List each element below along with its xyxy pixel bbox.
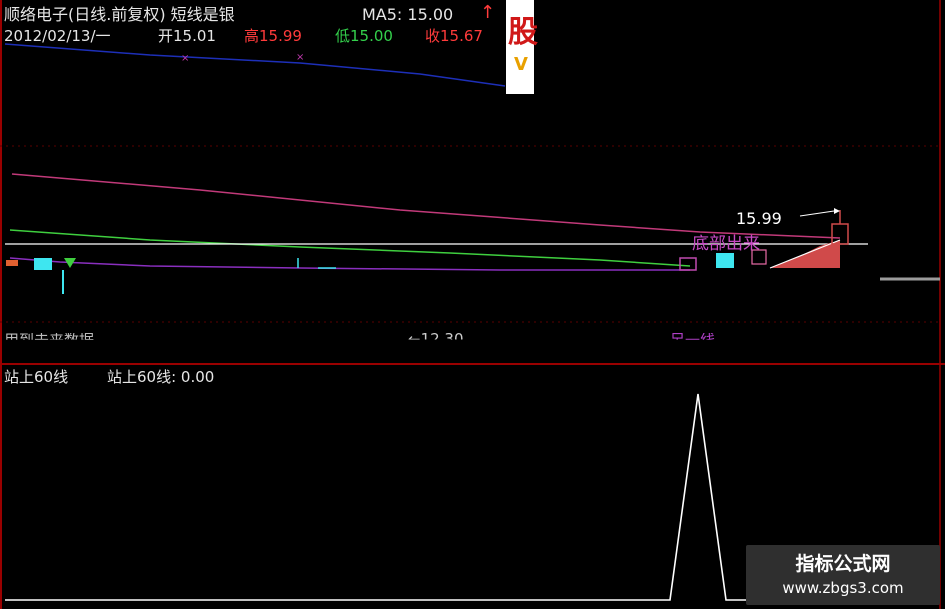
price-arrow-line	[799, 210, 835, 217]
high-label: 高15.99	[244, 27, 302, 45]
watermark-name: 指标公式网	[795, 553, 891, 575]
magenta-ma-line	[11, 173, 841, 239]
price-arrow-head	[834, 208, 840, 214]
marker-x-1: ×	[181, 53, 189, 64]
green-ma-line	[9, 229, 691, 267]
watermark-badge[interactable]: 指标公式网 www.zbgs3.com	[746, 545, 940, 605]
close-label: 收15.67	[425, 27, 483, 45]
ma5-arrow-icon: ↑	[480, 2, 496, 23]
marker-x-2: ×	[296, 52, 304, 63]
indicator-title: 站上60线	[4, 368, 69, 386]
low-label: 低15.00	[335, 27, 393, 45]
candle-purple-box	[679, 257, 697, 271]
candle-orange-left	[6, 260, 18, 266]
candle-cyan-right	[716, 253, 734, 268]
open-label: 开15.01	[158, 27, 216, 45]
watermark-url: www.zbgs3.com	[782, 579, 904, 597]
ma5-label: MA5: 15.00	[362, 5, 454, 24]
side-ad-glyph-top: 股	[508, 15, 538, 50]
side-ad-glyph-bottom: V	[514, 54, 528, 75]
blue-ma-line	[4, 43, 506, 87]
indicator-value: 站上60线: 0.00	[107, 368, 215, 386]
price-label-15-99: 15.99	[736, 209, 782, 228]
stock-title: 顺络电子(日线.前复权) 短线是银	[4, 5, 235, 24]
date-label: 2012/02/13/一	[4, 27, 111, 45]
bottom-breakout-text: 底部出来	[692, 234, 760, 254]
stock-chart[interactable]: × ×	[0, 0, 945, 609]
candle-cyan-left	[34, 258, 52, 270]
